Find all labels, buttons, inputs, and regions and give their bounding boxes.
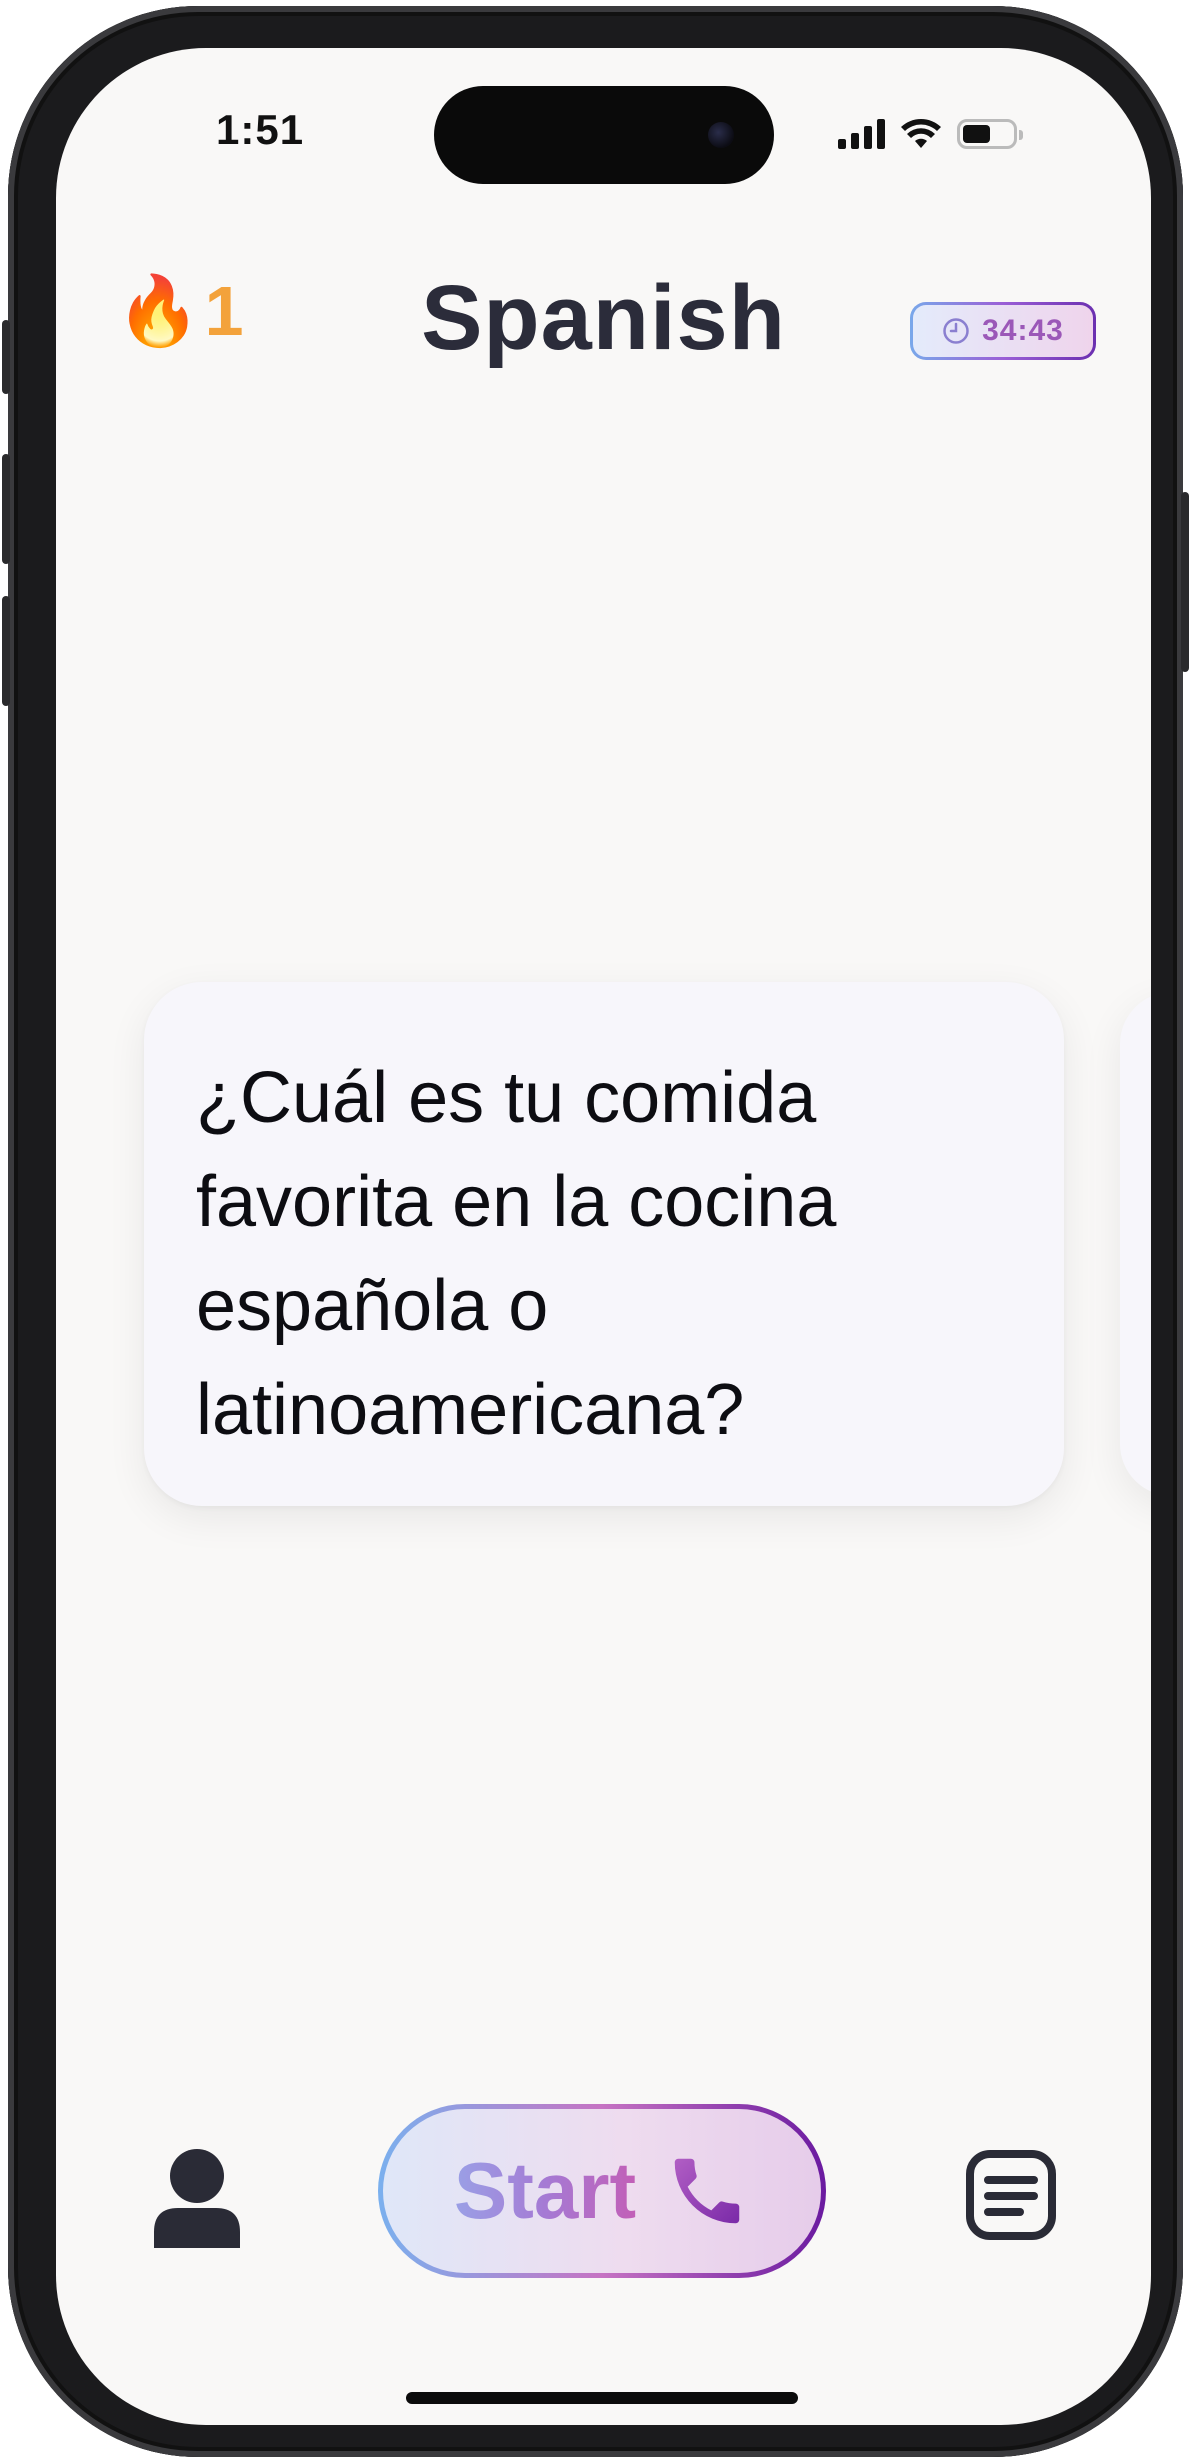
volume-up-button: [2, 454, 10, 564]
status-time: 1:51: [216, 106, 305, 153]
question-card[interactable]: ¿Cuál es tu comida favorita en la cocina…: [144, 982, 1064, 1506]
phone-icon: [674, 2158, 740, 2224]
action-button: [2, 320, 10, 394]
start-call-button[interactable]: Start: [378, 2104, 826, 2278]
timer-value: 34:43: [982, 314, 1064, 347]
app-screen: 1:51 🔥 1 Spanish 34:43 ¿Cuál es tu comid…: [56, 48, 1151, 2425]
next-question-card[interactable]: [1120, 992, 1151, 1496]
status-icons: [838, 114, 1023, 154]
cellular-signal-icon: [838, 119, 885, 149]
timer-badge[interactable]: 34:43: [910, 302, 1096, 360]
start-label: Start: [453, 2146, 637, 2235]
battery-icon: [957, 119, 1023, 149]
list-icon[interactable]: [966, 2150, 1056, 2240]
dynamic-island: [434, 86, 774, 184]
power-button: [1181, 492, 1189, 672]
wifi-icon: [901, 119, 941, 148]
question-text: ¿Cuál es tu comida favorita en la cocina…: [196, 1058, 837, 1450]
volume-down-button: [2, 596, 10, 706]
person-icon[interactable]: [152, 2148, 242, 2248]
front-camera: [708, 122, 734, 148]
clock-icon: [943, 318, 969, 344]
home-indicator[interactable]: [406, 2392, 798, 2404]
phone-frame: 1:51 🔥 1 Spanish 34:43 ¿Cuál es tu comid…: [2, 6, 1189, 2457]
